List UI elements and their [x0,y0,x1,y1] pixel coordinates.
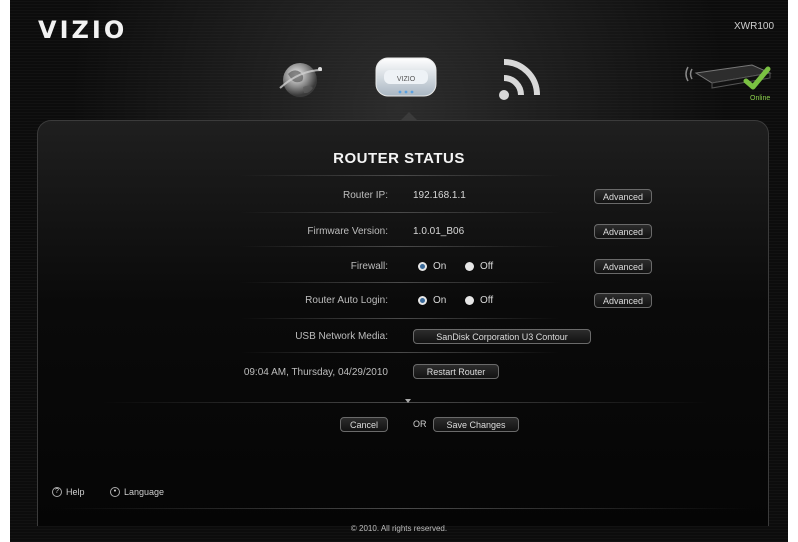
divider [240,212,560,213]
usb-media-label: USB Network Media: [295,331,388,342]
firmware-value: 1.0.01_B06 [413,226,465,237]
wifi-icon[interactable] [490,50,550,110]
radio-label: On [433,261,447,272]
online-status: Online [750,95,771,102]
radio-label: Off [480,295,494,306]
save-changes-button[interactable]: Save Changes [433,417,519,432]
radio-label: On [433,295,447,306]
cancel-button[interactable]: Cancel [340,417,388,432]
radio-unselected-icon [465,262,474,271]
language-icon: • [110,487,120,497]
help-link[interactable]: ? Help [52,487,85,497]
divider [240,246,560,247]
selection-pointer [401,112,417,120]
firewall-off-radio[interactable]: Off [465,261,493,272]
auto-login-label: Router Auto Login: [305,295,388,306]
main-panel [37,120,769,526]
copyright: © 2010. All rights reserved. [350,524,448,533]
help-icon: ? [52,487,62,497]
firewall-advanced-button[interactable]: Advanced [594,259,652,274]
globe-icon[interactable] [272,50,332,110]
auto-login-advanced-button[interactable]: Advanced [594,293,652,308]
router-ip-label: Router IP: [342,190,388,201]
divider [240,352,560,353]
router-status-indicator: Online [682,55,782,110]
divider [240,282,560,283]
vizio-logo: VIZIO [38,16,128,44]
help-label: Help [66,487,85,497]
usb-media-device-button[interactable]: SanDisk Corporation U3 Contour [413,329,591,344]
current-datetime: 09:04 AM, Thursday, 04/29/2010 [243,367,388,378]
auto-login-off-radio[interactable]: Off [465,295,493,306]
radio-selected-icon [418,296,427,305]
firmware-label: Firmware Version: [307,226,388,237]
language-label: Language [124,487,165,497]
router-ip-value: 192.168.1.1 [413,190,466,201]
radio-label: Off [480,261,494,272]
model-name: XWR100 [733,21,774,32]
page-title: ROUTER STATUS [333,150,465,167]
router-icon[interactable]: VIZIO [370,50,442,110]
router-ip-advanced-button[interactable]: Advanced [594,189,652,204]
firewall-label: Firewall: [350,261,388,272]
divider [55,508,755,509]
divider [240,175,560,176]
or-text: OR [413,419,427,429]
language-link[interactable]: • Language [110,487,164,497]
divider [240,318,560,319]
restart-router-button[interactable]: Restart Router [413,364,499,379]
chevron-down-icon [405,399,411,403]
radio-unselected-icon [465,296,474,305]
radio-selected-icon [418,262,427,271]
router-icon-label: VIZIO [397,76,416,83]
firewall-on-radio[interactable]: On [418,261,446,272]
firmware-advanced-button[interactable]: Advanced [594,224,652,239]
auto-login-on-radio[interactable]: On [418,295,446,306]
